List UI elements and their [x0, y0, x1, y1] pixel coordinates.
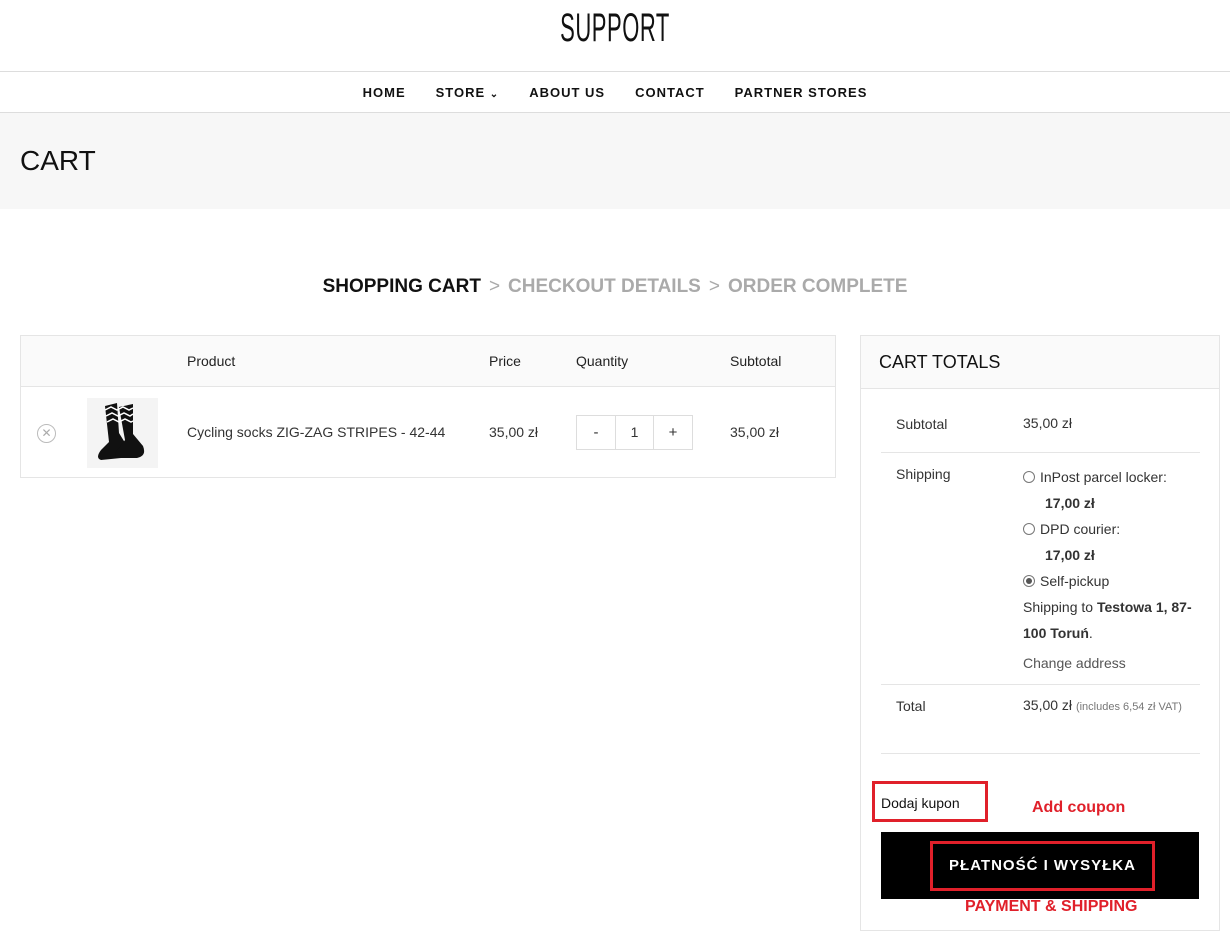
cart-table: Product Price Quantity Subtotal ✕ Cyclin…	[20, 335, 836, 478]
nav-home[interactable]: HOME	[363, 85, 406, 100]
product-thumbnail[interactable]	[87, 398, 158, 468]
nav-store[interactable]: STORE ⌄	[436, 85, 500, 100]
subtotal-label: Subtotal	[896, 416, 948, 432]
increase-qty-button[interactable]: +	[654, 416, 692, 449]
checkout-button[interactable]: PŁATNOŚĆ I WYSYŁKA	[881, 832, 1199, 899]
option-label: DPD courier:	[1040, 521, 1121, 537]
nav-about[interactable]: ABOUT US	[529, 85, 605, 100]
option-label: InPost parcel locker:	[1040, 469, 1167, 485]
nav-partner-stores[interactable]: PARTNER STORES	[735, 85, 868, 100]
annotation-add-coupon: Add coupon	[1032, 799, 1126, 816]
col-price: Price	[489, 353, 521, 369]
change-address-link[interactable]: Change address	[1023, 650, 1193, 676]
option-price: 17,00 zł	[1045, 547, 1095, 563]
total-value: 35,00 zł	[1023, 697, 1073, 713]
add-coupon-link[interactable]: Dodaj kupon	[872, 781, 988, 822]
ship-to-label: Shipping to	[1023, 599, 1094, 615]
product-subtotal: 35,00 zł	[730, 424, 780, 440]
radio-inpost[interactable]	[1023, 471, 1035, 483]
page-header: CART	[0, 113, 1230, 209]
quantity-input[interactable]: 1	[615, 416, 654, 449]
decrease-qty-button[interactable]: -	[577, 416, 615, 449]
table-header: Product Price Quantity Subtotal	[21, 336, 835, 387]
main-nav: HOME STORE ⌄ ABOUT US CONTACT PARTNER ST…	[0, 71, 1230, 113]
cart-totals-title: CART TOTALS	[861, 336, 1219, 389]
shipping-label: Shipping	[896, 466, 951, 482]
chevron-right-icon: >	[488, 276, 501, 297]
step-checkout-details[interactable]: CHECKOUT DETAILS	[508, 276, 701, 297]
option-label: Self-pickup	[1040, 573, 1110, 589]
total-label: Total	[896, 698, 926, 714]
vat-note: (includes 6,54 zł VAT)	[1075, 701, 1182, 713]
product-name[interactable]: Cycling socks ZIG-ZAG STRIPES - 42-44	[187, 424, 445, 440]
annotation-payment-shipping: PAYMENT & SHIPPING	[965, 898, 1138, 915]
page-title: CART	[20, 145, 96, 176]
quantity-stepper: - 1 +	[576, 415, 693, 450]
checkout-button-label: PŁATNOŚĆ I WYSYŁKA	[930, 841, 1155, 891]
radio-self-pickup[interactable]	[1023, 575, 1035, 587]
chevron-right-icon: >	[708, 276, 720, 297]
shipping-option-dpd[interactable]: DPD courier: 17,00 zł	[1023, 516, 1193, 568]
table-row: ✕ Cycling socks ZIG-ZAG STRIPES - 42-44 …	[21, 387, 835, 478]
col-product: Product	[187, 353, 236, 369]
shipping-option-self-pickup[interactable]: Self-pickup	[1023, 568, 1193, 594]
nav-contact[interactable]: CONTACT	[635, 85, 705, 100]
option-price: 17,00 zł	[1045, 495, 1095, 511]
col-subtotal: Subtotal	[730, 353, 782, 369]
checkout-steps: SHOPPING CART > CHECKOUT DETAILS > ORDER COM…	[0, 276, 1230, 298]
chevron-down-icon: ⌄	[489, 88, 500, 100]
product-price: 35,00 zł	[489, 424, 539, 440]
shipping-option-inpost[interactable]: InPost parcel locker: 17,00 zł	[1023, 464, 1193, 516]
step-shopping-cart[interactable]: SHOPPING CART	[323, 276, 481, 297]
col-quantity: Quantity	[576, 353, 629, 369]
subtotal-value: 35,00 zł	[1023, 415, 1073, 431]
nav-store-label: STORE	[435, 84, 486, 100]
logo[interactable]: SUPPORT	[277, 6, 954, 50]
step-order-complete: ORDER COMPLETE	[727, 276, 908, 297]
radio-dpd[interactable]	[1023, 523, 1035, 535]
remove-item-icon[interactable]: ✕	[37, 424, 56, 443]
shipping-options: InPost parcel locker: 17,00 zł DPD courie…	[1023, 464, 1193, 676]
